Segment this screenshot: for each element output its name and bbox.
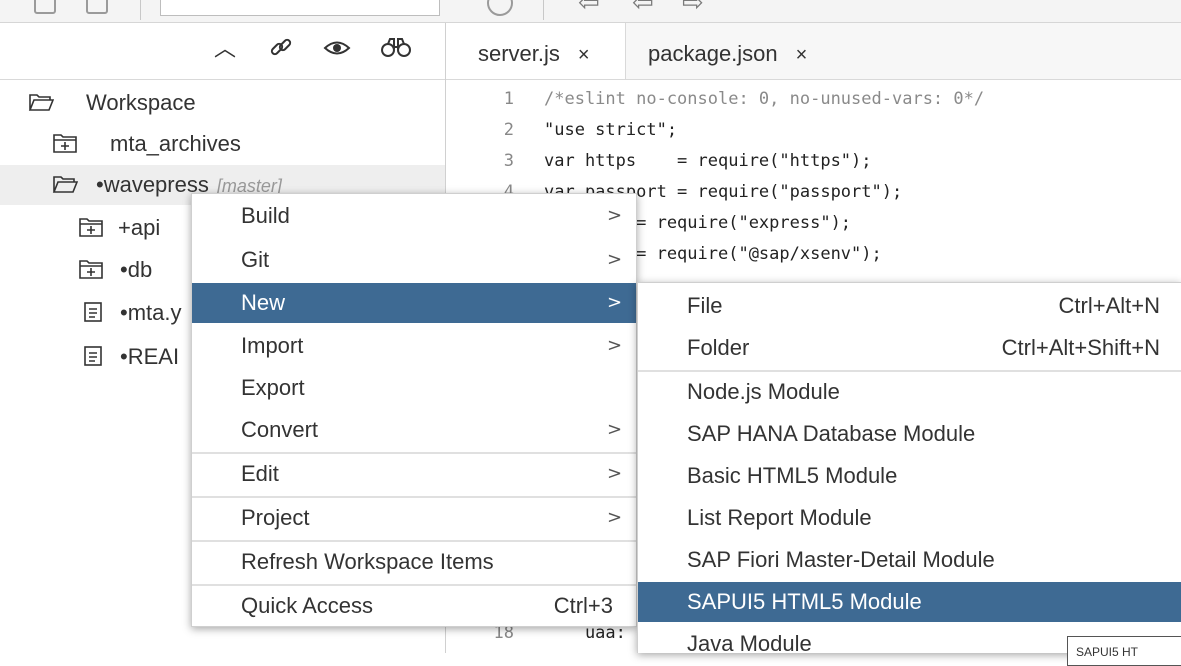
- submenu-item-label: SAPUI5 HTML5 Module: [687, 589, 922, 614]
- folder-plus-icon: [53, 134, 77, 153]
- close-icon[interactable]: ×: [796, 44, 808, 66]
- line-number: 1: [503, 89, 514, 109]
- menu-item-label: Refresh Workspace Items: [241, 549, 494, 574]
- tree-item-label: •mta.y: [120, 300, 182, 325]
- submenu-item-hana-db-module[interactable]: SAP HANA Database Module: [638, 414, 1181, 454]
- new-submenu: File Ctrl+Alt+N Folder Ctrl+Alt+Shift+N No…: [637, 282, 1181, 653]
- line-number: 3: [503, 151, 514, 171]
- chevron-right-icon: >: [607, 249, 623, 270]
- copy-icon[interactable]: [86, 0, 108, 14]
- folder-open-icon: [28, 94, 54, 111]
- workspace-panel-header: ︿: [0, 23, 445, 80]
- run-icon[interactable]: [487, 0, 513, 16]
- line-code: "use strict";: [544, 120, 678, 140]
- menu-item-new[interactable]: New >: [192, 283, 636, 323]
- menu-item-refresh-workspace[interactable]: Refresh Workspace Items: [192, 542, 636, 582]
- editor-tab-bar: server.js × package.json ×: [446, 23, 1181, 80]
- menu-item-git[interactable]: Git >: [192, 240, 636, 280]
- next-arrow-icon[interactable]: ⇨: [682, 0, 704, 18]
- run-config-select[interactable]: [160, 0, 440, 16]
- submenu-item-fiori-master-detail[interactable]: SAP Fiori Master-Detail Module: [638, 540, 1181, 580]
- menu-item-label: Quick Access: [241, 593, 374, 618]
- chevron-right-icon: >: [607, 335, 623, 356]
- submenu-item-shortcut: Ctrl+Alt+N: [1058, 293, 1160, 318]
- new-file-icon[interactable]: [34, 0, 56, 14]
- forward-arrow-icon[interactable]: ⇦: [632, 0, 654, 18]
- folder-plus-icon: [79, 218, 103, 237]
- back-arrow-icon[interactable]: ⇦: [578, 0, 600, 18]
- binoculars-icon[interactable]: [380, 35, 411, 65]
- tree-item-mta-archives[interactable]: mta_archives: [0, 124, 445, 164]
- menu-item-edit[interactable]: Edit >: [192, 454, 636, 494]
- menu-item-convert[interactable]: Convert >: [192, 410, 636, 450]
- line-code: var https = require("https");: [544, 151, 872, 171]
- chevron-right-icon: >: [607, 292, 623, 313]
- eye-icon[interactable]: [322, 35, 352, 65]
- submenu-item-label: Node.js Module: [687, 379, 840, 404]
- chevron-right-icon: >: [607, 419, 623, 440]
- submenu-item-file[interactable]: File Ctrl+Alt+N: [638, 286, 1181, 326]
- tab-label: package.json: [648, 41, 778, 66]
- line-number: 2: [503, 120, 514, 140]
- tree-item-label: +api: [118, 215, 161, 240]
- collapse-up-icon[interactable]: ︿: [210, 35, 240, 65]
- submenu-item-label: Folder: [687, 335, 750, 360]
- submenu-item-label: Java Module: [687, 631, 812, 653]
- submenu-item-folder[interactable]: Folder Ctrl+Alt+Shift+N: [638, 328, 1181, 368]
- menu-item-label: Build: [241, 203, 290, 228]
- folder-open-icon: [52, 176, 78, 193]
- menu-item-label: Edit: [241, 461, 279, 486]
- context-menu: Build > Git > New > Import > Export Convert >…: [191, 193, 637, 627]
- folder-plus-icon: [79, 260, 103, 279]
- tree-item-label: Workspace: [86, 90, 196, 115]
- toolbar-separator: [140, 0, 141, 20]
- top-toolbar: ⇦ ⇦ ⇨: [0, 0, 1181, 23]
- submenu-item-list-report-module[interactable]: List Report Module: [638, 498, 1181, 538]
- submenu-item-sapui5-html5-module[interactable]: SAPUI5 HTML5 Module: [638, 582, 1181, 622]
- tree-item-workspace[interactable]: Workspace: [0, 83, 445, 123]
- tree-item-label: •db: [120, 257, 153, 282]
- menu-item-label: Git: [241, 247, 270, 272]
- menu-item-label: New: [241, 290, 286, 315]
- menu-item-export[interactable]: Export: [192, 368, 636, 408]
- file-icon: [84, 302, 102, 322]
- submenu-item-label: File: [687, 293, 723, 318]
- chevron-right-icon: >: [607, 205, 623, 226]
- tab-label: server.js: [478, 41, 560, 66]
- chevron-right-icon: >: [607, 463, 623, 484]
- menu-item-label: Export: [241, 375, 305, 400]
- file-icon: [84, 346, 102, 366]
- submenu-item-basic-html5-module[interactable]: Basic HTML5 Module: [638, 456, 1181, 496]
- menu-item-shortcut: Ctrl+3: [553, 593, 613, 618]
- tree-item-label: mta_archives: [110, 131, 241, 156]
- menu-item-label: Convert: [241, 417, 319, 442]
- tooltip: SAPUI5 HT: [1067, 636, 1181, 666]
- submenu-item-label: Basic HTML5 Module: [687, 463, 898, 488]
- submenu-item-shortcut: Ctrl+Alt+Shift+N: [1001, 335, 1160, 360]
- menu-item-label: Import: [241, 333, 304, 358]
- chevron-right-icon: >: [607, 507, 623, 528]
- link-icon[interactable]: [266, 35, 296, 65]
- tab-package-json[interactable]: package.json ×: [616, 23, 846, 79]
- submenu-item-label: List Report Module: [687, 505, 872, 530]
- close-icon[interactable]: ×: [578, 44, 590, 66]
- menu-item-build[interactable]: Build >: [192, 196, 636, 236]
- menu-item-project[interactable]: Project >: [192, 498, 636, 538]
- submenu-item-nodejs-module[interactable]: Node.js Module: [638, 372, 1181, 412]
- menu-item-quick-access[interactable]: Quick Access Ctrl+3: [192, 586, 636, 626]
- tree-item-label: •REAI: [120, 344, 180, 369]
- tab-server-js[interactable]: server.js ×: [446, 23, 626, 79]
- submenu-item-label: SAP HANA Database Module: [687, 421, 976, 446]
- line-code: /*eslint no-console: 0, no-unused-vars: …: [544, 89, 985, 109]
- menu-item-import[interactable]: Import >: [192, 326, 636, 366]
- submenu-item-label: SAP Fiori Master-Detail Module: [687, 547, 995, 572]
- toolbar-separator: [543, 0, 544, 20]
- menu-item-label: Project: [241, 505, 310, 530]
